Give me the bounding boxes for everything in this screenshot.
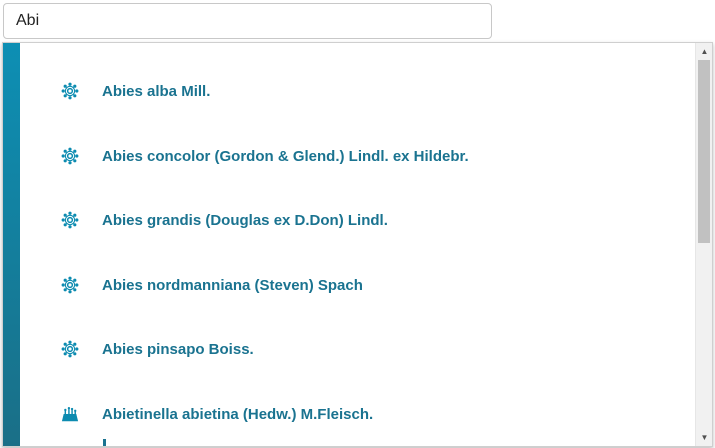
- scroll-down-arrow-icon[interactable]: ▼: [696, 429, 712, 446]
- autocomplete-dropdown: Abies alba Mill. Abies concolor (Gordon …: [2, 42, 713, 447]
- result-item[interactable]: Abies pinsapo Boiss.: [20, 329, 694, 369]
- result-label: Abietinella abietina (Hedw.) M.Fleisch.: [102, 405, 374, 423]
- accent-bar: [3, 43, 20, 446]
- flower-icon: [61, 340, 79, 358]
- scroll-up-arrow-icon[interactable]: ▲: [696, 43, 712, 60]
- flower-icon: [61, 276, 79, 294]
- vertical-scrollbar[interactable]: ▲ ▼: [695, 43, 712, 446]
- result-item[interactable]: Abies grandis (Douglas ex D.Don) Lindl.: [20, 200, 694, 240]
- scroll-thumb[interactable]: [698, 60, 710, 243]
- flower-icon: [61, 82, 79, 100]
- result-label: Abies alba Mill.: [102, 82, 211, 100]
- result-label: Abies pinsapo Boiss.: [102, 340, 254, 358]
- search-box[interactable]: [3, 3, 492, 39]
- result-item[interactable]: Abies alba Mill.: [20, 71, 694, 111]
- result-item[interactable]: Abies concolor (Gordon & Glend.) Lindl. …: [20, 136, 694, 176]
- results-list: Abies alba Mill. Abies concolor (Gordon …: [20, 43, 694, 446]
- moss-icon: [61, 405, 79, 423]
- result-item[interactable]: Abies nordmanniana (Steven) Spach: [20, 265, 694, 305]
- result-item[interactable]: Abietinella abietina (Hedw.) M.Fleisch.: [20, 394, 694, 434]
- flower-icon: [61, 147, 79, 165]
- result-label: Abies concolor (Gordon & Glend.) Lindl. …: [102, 147, 469, 165]
- result-label: Abies nordmanniana (Steven) Spach: [102, 276, 363, 294]
- flower-icon: [61, 211, 79, 229]
- result-label: Abies grandis (Douglas ex D.Don) Lindl.: [102, 211, 388, 229]
- partial-result-marker: [103, 439, 106, 446]
- search-input[interactable]: [4, 4, 491, 38]
